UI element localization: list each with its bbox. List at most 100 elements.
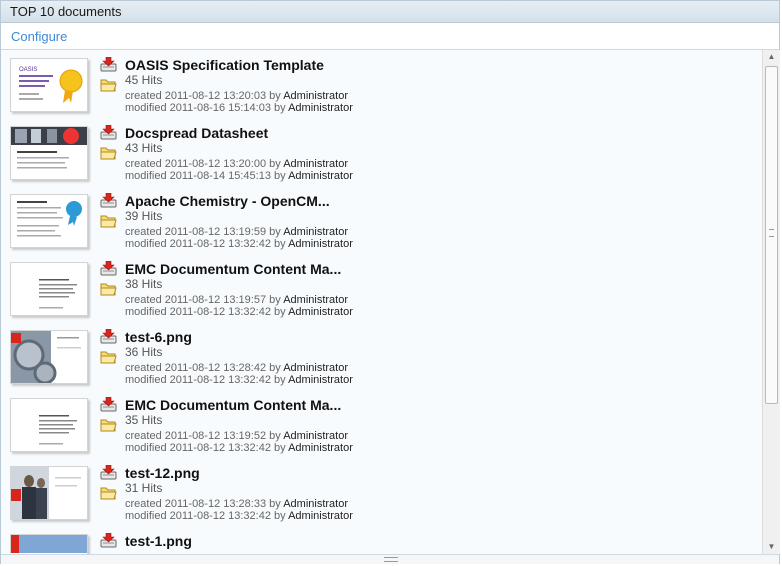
- folder-icon[interactable]: [100, 350, 117, 364]
- modified-by: Administrator: [288, 102, 353, 114]
- modified-info: modified 2011-08-12 13:32:42 by Administ…: [125, 442, 353, 454]
- hit-count: 38 Hits: [125, 277, 163, 291]
- created-text: created 2011-08-12 13:28:42 by: [125, 362, 281, 374]
- resize-handle[interactable]: [1, 554, 779, 564]
- document-row: test-12.png 31 Hits created 2011-08-12 13:…: [1, 458, 762, 526]
- document-title[interactable]: test-12.png: [125, 465, 200, 481]
- document-thumbnail[interactable]: [10, 330, 88, 384]
- document-title[interactable]: EMC Documentum Content Ma...: [125, 397, 341, 413]
- configure-link[interactable]: Configure: [11, 29, 67, 44]
- folder-icon[interactable]: [100, 214, 117, 228]
- modified-info: modified 2011-08-12 13:32:42 by Administ…: [125, 510, 353, 522]
- modified-info: modified 2011-08-12 13:32:42 by Administ…: [125, 306, 353, 318]
- portlet-titlebar: TOP 10 documents: [1, 1, 779, 23]
- created-by: Administrator: [283, 362, 348, 374]
- created-info: created 2011-08-12 13:20:03 by Administr…: [125, 90, 348, 102]
- modified-text: modified 2011-08-12 13:32:42 by: [125, 306, 286, 318]
- top-documents-portlet: TOP 10 documents Configure OASIS OASIS Sp…: [0, 0, 780, 564]
- folder-icon[interactable]: [100, 418, 117, 432]
- created-text: created 2011-08-12 13:19:52 by: [125, 430, 281, 442]
- document-row: OASIS OASIS Specification Template 45 Hits…: [1, 50, 762, 118]
- document-row: test-6.png 36 Hits created 2011-08-12 13:2…: [1, 322, 762, 390]
- vertical-scrollbar[interactable]: ▲ ▼: [762, 50, 780, 554]
- created-by: Administrator: [283, 294, 348, 306]
- modified-by: Administrator: [288, 170, 353, 182]
- created-text: created 2011-08-12 13:19:57 by: [125, 294, 281, 306]
- download-icon[interactable]: [100, 328, 117, 344]
- document-list: OASIS OASIS Specification Template 45 Hits…: [1, 50, 762, 554]
- created-info: created 2011-08-12 13:19:59 by Administr…: [125, 226, 348, 238]
- hit-count: 36 Hits: [125, 345, 163, 359]
- grip-icon: [769, 229, 774, 237]
- scrollbar-thumb[interactable]: [765, 66, 778, 404]
- document-title[interactable]: test-6.png: [125, 329, 192, 345]
- modified-text: modified 2011-08-12 13:32:42 by: [125, 238, 286, 250]
- created-by: Administrator: [283, 498, 348, 510]
- folder-icon[interactable]: [100, 78, 117, 92]
- modified-info: modified 2011-08-14 15:45:13 by Administ…: [125, 170, 353, 182]
- document-row: Apache Chemistry - OpenCM... 39 Hits creat…: [1, 186, 762, 254]
- svg-text:OASIS: OASIS: [19, 67, 37, 73]
- document-title[interactable]: OASIS Specification Template: [125, 57, 324, 73]
- hit-count: 43 Hits: [125, 141, 163, 155]
- document-thumbnail[interactable]: [10, 466, 88, 520]
- document-title[interactable]: Docspread Datasheet: [125, 125, 268, 141]
- created-info: created 2011-08-12 13:28:33 by Administr…: [125, 498, 348, 510]
- created-text: created 2011-08-12 13:28:33 by: [125, 498, 281, 510]
- download-icon[interactable]: [100, 532, 117, 548]
- modified-by: Administrator: [288, 442, 353, 454]
- document-thumbnail[interactable]: [10, 262, 88, 316]
- created-text: created 2011-08-12 13:20:00 by: [125, 158, 281, 170]
- hit-count: 39 Hits: [125, 209, 163, 223]
- scroll-down-arrow-icon[interactable]: ▼: [763, 540, 780, 554]
- document-row: EMC Documentum Content Ma... 35 Hits creat…: [1, 390, 762, 458]
- created-by: Administrator: [283, 430, 348, 442]
- folder-icon[interactable]: [100, 486, 117, 500]
- folder-icon[interactable]: [100, 282, 117, 296]
- created-info: created 2011-08-12 13:19:52 by Administr…: [125, 430, 348, 442]
- modified-by: Administrator: [288, 510, 353, 522]
- created-info: created 2011-08-12 13:19:57 by Administr…: [125, 294, 348, 306]
- document-thumbnail[interactable]: [10, 398, 88, 452]
- folder-icon[interactable]: [100, 146, 117, 160]
- created-info: created 2011-08-12 13:20:00 by Administr…: [125, 158, 348, 170]
- document-thumbnail[interactable]: [10, 534, 88, 554]
- modified-by: Administrator: [288, 238, 353, 250]
- grip-icon: [384, 557, 398, 562]
- modified-info: modified 2011-08-12 13:32:42 by Administ…: [125, 374, 353, 386]
- modified-text: modified 2011-08-14 15:45:13 by: [125, 170, 286, 182]
- download-icon[interactable]: [100, 260, 117, 276]
- document-title[interactable]: Apache Chemistry - OpenCM...: [125, 193, 330, 209]
- modified-text: modified 2011-08-12 13:32:42 by: [125, 374, 286, 386]
- download-icon[interactable]: [100, 396, 117, 412]
- document-thumbnail[interactable]: OASIS: [10, 58, 88, 112]
- modified-by: Administrator: [288, 374, 353, 386]
- created-text: created 2011-08-12 13:20:03 by: [125, 90, 281, 102]
- document-title[interactable]: test-1.png: [125, 533, 192, 549]
- hit-count: 31 Hits: [125, 481, 163, 495]
- document-row: test-1.png: [1, 526, 762, 554]
- document-thumbnail[interactable]: [10, 126, 88, 180]
- hit-count: 45 Hits: [125, 73, 163, 87]
- created-by: Administrator: [283, 226, 348, 238]
- scroll-up-arrow-icon[interactable]: ▲: [763, 50, 780, 64]
- document-row: Docspread Datasheet 43 Hits created 2011-0…: [1, 118, 762, 186]
- created-text: created 2011-08-12 13:19:59 by: [125, 226, 281, 238]
- download-icon[interactable]: [100, 124, 117, 140]
- modified-text: modified 2011-08-12 13:32:42 by: [125, 442, 286, 454]
- created-info: created 2011-08-12 13:28:42 by Administr…: [125, 362, 348, 374]
- document-thumbnail[interactable]: [10, 194, 88, 248]
- modified-text: modified 2011-08-12 13:32:42 by: [125, 510, 286, 522]
- modified-info: modified 2011-08-16 15:14:03 by Administ…: [125, 102, 353, 114]
- created-by: Administrator: [283, 90, 348, 102]
- modified-text: modified 2011-08-16 15:14:03 by: [125, 102, 286, 114]
- modified-info: modified 2011-08-12 13:32:42 by Administ…: [125, 238, 353, 250]
- document-title[interactable]: EMC Documentum Content Ma...: [125, 261, 341, 277]
- document-row: EMC Documentum Content Ma... 38 Hits creat…: [1, 254, 762, 322]
- created-by: Administrator: [283, 158, 348, 170]
- portlet-title: TOP 10 documents: [10, 4, 122, 19]
- download-icon[interactable]: [100, 56, 117, 72]
- modified-by: Administrator: [288, 306, 353, 318]
- download-icon[interactable]: [100, 192, 117, 208]
- download-icon[interactable]: [100, 464, 117, 480]
